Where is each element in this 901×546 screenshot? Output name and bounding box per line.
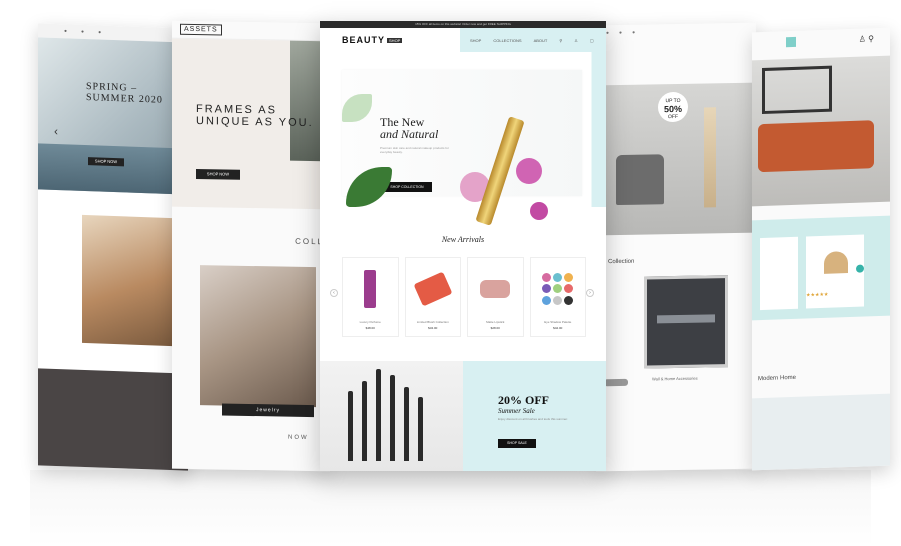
hero-banner: ‹ SPRING – SUMMER 2020 SHOP NOW <box>38 37 188 195</box>
collection-label: Collection <box>608 258 635 266</box>
template-preview-fashion[interactable]: ● ● ● ‹ SPRING – SUMMER 2020 SHOP NOW <box>38 23 188 471</box>
sofa-image <box>758 120 874 173</box>
discount-badge: UP TO 50% OFF <box>658 91 688 123</box>
sale-text: Enjoy discount on all brushes and tools … <box>498 417 568 421</box>
eyeshadow-image <box>541 273 574 305</box>
jewelry-photo <box>200 265 316 408</box>
product-card[interactable]: Luxury Perfume $48.00 <box>342 257 399 337</box>
template-preview-decor[interactable]: ● ● ● UP TO 50% OFF Collection Wall & Home… <box>596 22 756 472</box>
pill-button[interactable] <box>604 378 628 387</box>
product-name: Matte Lipstick <box>486 320 505 324</box>
announcement-bar: 15% OFF all items on this website! Order… <box>320 21 606 28</box>
section-title: Modern Home <box>758 374 797 383</box>
product-frame <box>644 275 728 369</box>
product-name: Limited Blush Collection <box>416 320 449 324</box>
product-card[interactable]: Limited Blush Collection $34.00 <box>404 257 461 337</box>
brand-tag: SHOP <box>387 37 403 43</box>
rating-stars: ★★★★★ <box>806 291 829 299</box>
sea-image <box>38 143 188 195</box>
chevron-right-icon[interactable]: › <box>586 289 594 297</box>
chair-image <box>616 154 664 206</box>
sale-subtitle: Summer Sale <box>498 407 535 415</box>
now-label: NOW <box>288 434 309 442</box>
lipstick-image <box>480 280 511 298</box>
chevron-left-icon[interactable]: ‹ <box>330 289 338 297</box>
collection-caption: Wall & Home Accessories <box>652 375 698 382</box>
logo[interactable]: ASSETS <box>180 23 222 36</box>
product-name: Eye Shadow Palette <box>544 320 572 324</box>
badge-percent: 50% <box>663 103 682 115</box>
lamp-image <box>824 251 848 274</box>
brushes-image <box>320 361 463 471</box>
floor-reflection <box>30 470 871 546</box>
search-icon[interactable]: ⚲ <box>559 38 562 43</box>
jewelry-label[interactable]: Jewelry <box>222 403 314 418</box>
bottom-section <box>752 393 890 471</box>
dark-section <box>38 368 188 471</box>
product-price: $34.00 <box>428 326 438 330</box>
account-icon[interactable]: ♙ <box>574 38 578 43</box>
hero-subtitle: Premium skin care and natural makeup pro… <box>380 146 449 154</box>
flower-image <box>516 158 542 184</box>
section-title: New Arrivals <box>441 235 485 244</box>
brand-logo[interactable]: BEAUTY <box>342 35 385 45</box>
cart-icon[interactable]: ▢ <box>590 38 594 43</box>
vase-image <box>704 107 716 208</box>
hero-title: FRAMES AS UNIQUE AS YOU. <box>196 103 314 130</box>
shop-now-button[interactable]: SHOP NOW <box>196 169 240 180</box>
hero-title: The New and Natural <box>380 116 438 140</box>
header: BEAUTY SHOP SHOP COLLECTIONS ABOUT ⚲ ♙ ▢ <box>320 28 606 52</box>
shop-sale-button[interactable]: SHOP SALE <box>498 439 536 448</box>
blush-image <box>413 271 453 307</box>
flower-image <box>530 202 548 220</box>
template-preview-beauty[interactable]: 15% OFF all items on this website! Order… <box>320 21 606 471</box>
hero-banner <box>752 55 890 207</box>
product-card[interactable]: Eye Shadow Palette $42.00 <box>529 257 586 337</box>
nav-bar: ♙ ⚲ <box>752 28 890 53</box>
theme-showcase: ● ● ● ‹ SPRING – SUMMER 2020 SHOP NOW ASSE… <box>0 0 901 546</box>
template-preview-furniture[interactable]: ♙ ⚲ ★★★★★ Modern Home <box>752 27 890 471</box>
cart-icon[interactable]: ♙ ⚲ <box>859 34 874 44</box>
product-price: $48.00 <box>365 326 375 330</box>
product-card[interactable]: Matte Lipstick $28.00 <box>467 257 524 337</box>
window-image <box>762 65 832 115</box>
product-price: $42.00 <box>553 326 563 330</box>
perfume-image <box>364 270 377 308</box>
chevron-left-icon[interactable]: ‹ <box>54 124 58 138</box>
nav-item-about[interactable]: ABOUT <box>534 38 548 43</box>
product-price: $28.00 <box>490 326 500 330</box>
hero-banner: FRAMES AS UNIQUE AS YOU. SHOP NOW <box>172 38 330 210</box>
nav-item-collections[interactable]: COLLECTIONS <box>493 38 521 43</box>
product-card[interactable] <box>760 236 798 311</box>
shop-now-button[interactable]: SHOP NOW <box>88 157 124 167</box>
hero-title-line2: and Natural <box>380 127 439 141</box>
badge-bottom: OFF <box>668 113 678 121</box>
nav-bar: ● ● ● <box>606 29 636 37</box>
nav-item-shop[interactable]: SHOP <box>470 38 481 43</box>
model-photo <box>82 214 176 347</box>
product-name: Luxury Perfume <box>359 320 381 324</box>
logo-icon[interactable] <box>786 36 796 48</box>
sale-section <box>463 361 606 471</box>
nav-menu: SHOP COLLECTIONS ABOUT ⚲ ♙ ▢ <box>460 28 606 52</box>
template-preview-eyewear[interactable]: ASSETS FRAMES AS UNIQUE AS YOU. SHOP NOW… <box>172 20 330 472</box>
product-carousel: Luxury Perfume $48.00 Limited Blush Coll… <box>342 257 586 337</box>
sale-title: 20% OFF <box>498 393 549 407</box>
